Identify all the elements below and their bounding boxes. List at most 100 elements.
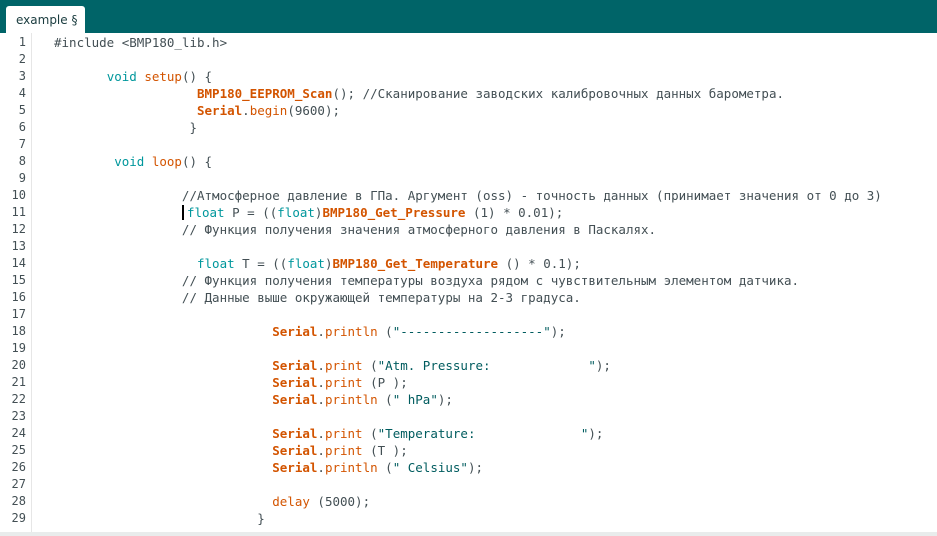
code-line[interactable]: // Функция получения температуры воздуха…: [54, 272, 799, 289]
line-number: 4: [18, 86, 26, 100]
code-token: Serial: [272, 358, 318, 373]
code-token: (: [362, 358, 378, 373]
code-token: (5000);: [309, 494, 371, 509]
line-number: 16: [11, 290, 26, 304]
code-token: float: [186, 205, 225, 220]
code-line[interactable]: }: [54, 510, 265, 527]
code-token: float: [197, 256, 235, 271]
code-token: " Celsius": [392, 460, 468, 475]
line-number: 5: [18, 103, 26, 117]
code-line[interactable]: void setup() {: [54, 68, 212, 85]
line-number: 9: [18, 171, 26, 185]
line-number: 8: [18, 154, 26, 168]
code-line[interactable]: Serial.println ("-------------------");: [54, 323, 566, 340]
code-token: // Функция получения температуры воздуха…: [54, 273, 800, 288]
line-number: 7: [18, 137, 26, 151]
line-number: 10: [11, 188, 26, 202]
code-line[interactable]: Serial.print ("Atm. Pressure: ");: [54, 357, 611, 374]
line-number: 18: [11, 324, 26, 338]
code-token: "-------------------": [392, 324, 551, 339]
line-number: 20: [11, 358, 26, 372]
code-token: println: [324, 392, 378, 407]
code-line[interactable]: Serial.println (" Celsius");: [54, 459, 483, 476]
code-token: delay: [272, 494, 310, 509]
code-line[interactable]: // Данные выше окружающей температуры на…: [54, 289, 581, 306]
code-token: println: [324, 460, 378, 475]
line-number: 6: [18, 120, 26, 134]
code-line[interactable]: BMP180_EEPROM_Scan(); //Сканирование зав…: [54, 85, 784, 102]
code-line[interactable]: #include <BMP180_lib.h>: [54, 34, 227, 51]
line-number: 25: [11, 443, 26, 457]
line-number: 14: [11, 256, 26, 270]
line-number: 17: [11, 307, 26, 321]
code-token: );: [467, 460, 484, 475]
code-line[interactable]: Serial.begin(9600);: [54, 102, 340, 119]
editor-bottom-edge: [0, 532, 937, 536]
code-token: Serial: [272, 375, 318, 390]
line-number: 12: [11, 222, 26, 236]
code-line[interactable]: delay (5000);: [54, 493, 370, 510]
code-token: .: [317, 392, 325, 407]
code-token: );: [588, 426, 604, 441]
code-token: T = ((: [234, 256, 288, 271]
code-token: setup: [144, 69, 182, 84]
code-token: void: [106, 69, 137, 84]
code-token: Serial: [197, 103, 243, 118]
code-token: BMP180_Get_Pressure: [322, 205, 466, 220]
code-line[interactable]: Serial.println (" hPa");: [54, 391, 453, 408]
code-token: );: [595, 358, 611, 373]
code-line[interactable]: //Атмосферное давление в ГПа. Аргумент (…: [54, 187, 882, 204]
code-token: print: [324, 358, 363, 373]
code-token: (: [377, 324, 393, 339]
code-token: .: [317, 358, 325, 373]
code-token: print: [324, 426, 363, 441]
line-number: 28: [11, 494, 26, 508]
line-number: 19: [11, 341, 26, 355]
code-token: println: [324, 324, 378, 339]
line-number: 2: [18, 52, 26, 66]
code-token: (: [377, 460, 393, 475]
code-token: Serial: [272, 324, 318, 339]
code-editor[interactable]: 1 #include <BMP180_lib.h> 2 3 void setup() …: [0, 33, 937, 536]
code-token: #include <BMP180_lib.h>: [54, 35, 228, 50]
line-number: 26: [11, 460, 26, 474]
code-token: (: [362, 426, 378, 441]
code-token: Serial: [272, 443, 318, 458]
code-token: float: [287, 256, 325, 271]
code-token: }: [54, 120, 197, 135]
code-line[interactable]: }: [54, 119, 197, 136]
code-line[interactable]: Serial.print (T );: [54, 442, 407, 459]
code-token: Serial: [272, 392, 318, 407]
code-line[interactable]: Serial.print (P );: [54, 374, 407, 391]
code-line[interactable]: void loop() {: [54, 153, 212, 170]
code-line[interactable]: float P = ((float)BMP180_Get_Pressure (1…: [54, 204, 563, 221]
code-token: void: [114, 154, 145, 169]
code-token: .: [317, 375, 325, 390]
code-token: );: [550, 324, 566, 339]
line-number: 11: [11, 205, 26, 219]
code-token: () {: [181, 154, 213, 169]
code-token: (9600);: [287, 103, 341, 118]
code-token: "Atm. Pressure: ": [377, 358, 596, 373]
code-token: //Атмосферное давление в ГПа. Аргумент (…: [54, 188, 882, 203]
code-token: BMP180_EEPROM_Scan: [197, 86, 333, 101]
tab-example[interactable]: example §: [6, 6, 86, 33]
line-number: 22: [11, 392, 26, 406]
code-token: .: [242, 103, 250, 118]
line-number: 23: [11, 409, 26, 423]
code-line[interactable]: float T = ((float)BMP180_Get_Temperature…: [54, 255, 581, 272]
code-line[interactable]: // Функция получения значения атмосферно…: [54, 221, 656, 238]
line-number: 27: [11, 477, 26, 491]
code-line[interactable]: Serial.print ("Temperature: ");: [54, 425, 603, 442]
